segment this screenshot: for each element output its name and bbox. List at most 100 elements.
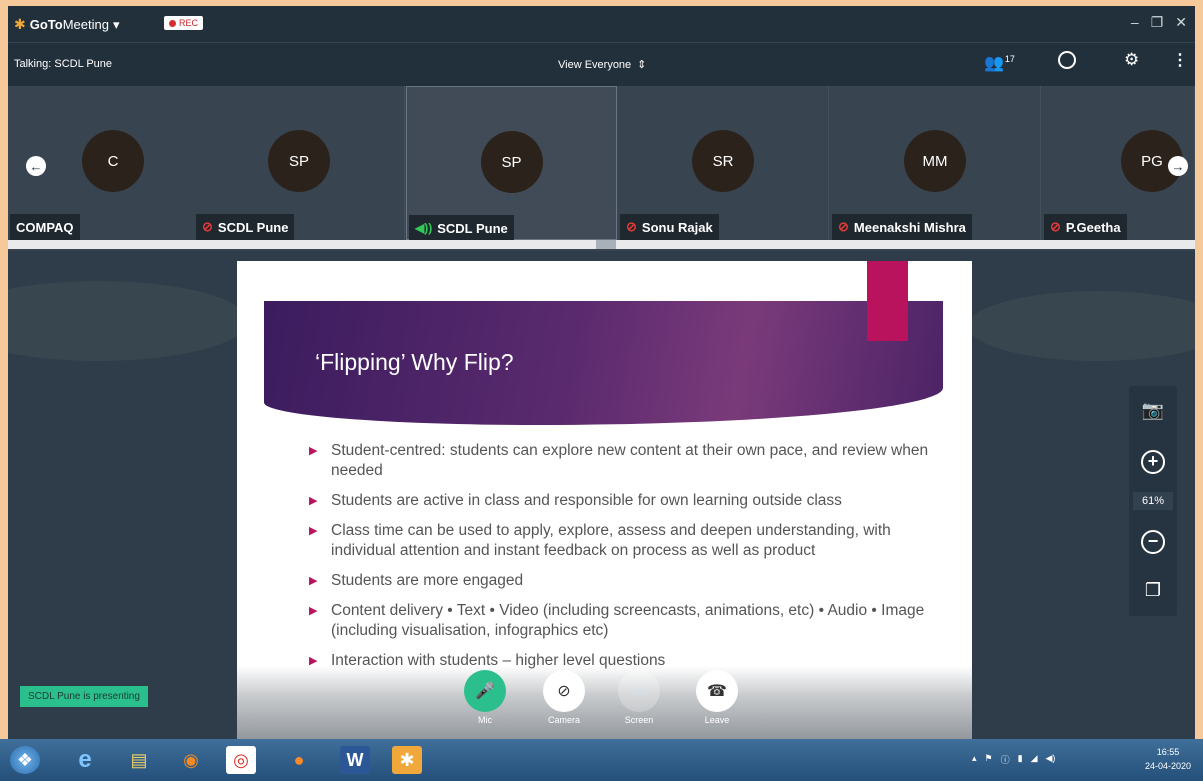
record-dot-icon: [169, 19, 176, 27]
slide-bullet: Students are active in class and respons…: [309, 491, 949, 511]
recording-badge[interactable]: REC: [164, 16, 204, 30]
slide-bullet: Students are more engaged: [309, 571, 949, 591]
volume-icon[interactable]: ◀): [1046, 753, 1056, 766]
gear-icon: ⚙: [1124, 50, 1140, 69]
leave-control[interactable]: ☎ Leave: [690, 670, 744, 725]
leave-label: Leave: [704, 715, 730, 725]
background-hill: [968, 291, 1195, 361]
clock-date: 24-04-2020: [1145, 761, 1192, 771]
meeting-info-bar: Talking: SCDL Pune View Everyone ⇕ 👥17 ⚙ …: [8, 42, 1195, 86]
view-everyone-select[interactable]: View Everyone ⇕: [558, 58, 646, 71]
mic-muted-icon: ⊘: [1050, 219, 1061, 234]
speaker-active-icon: ◀)): [415, 221, 433, 235]
app-name: Meeting: [62, 17, 109, 32]
arrow-left-icon: ←: [29, 158, 43, 174]
app-menu-button[interactable]: ✱ GoTo Meeting ▾: [14, 16, 120, 33]
window-controls: – ❐ ✕: [1131, 14, 1187, 31]
participant-namebar: ⊘ Sonu Rajak: [620, 214, 719, 240]
start-button[interactable]: ❖: [10, 746, 40, 774]
close-button[interactable]: ✕: [1175, 14, 1187, 31]
zoom-level: 61%: [1133, 492, 1173, 510]
slide-title: ‘Flipping’ Why Flip?: [315, 349, 514, 375]
minus-icon: −: [1147, 531, 1159, 551]
chevron-down-icon: ▾: [112, 16, 120, 32]
strip-scrollbar[interactable]: [8, 240, 1195, 249]
zoom-in-button[interactable]: +: [1141, 450, 1165, 474]
restore-button[interactable]: ❐: [1151, 14, 1164, 31]
participant-namebar: ⊘ Meenakshi Mishra: [832, 214, 972, 240]
kebab-menu-icon: ⋮: [1172, 52, 1188, 69]
firefox-icon[interactable]: ●: [284, 746, 314, 774]
windows-logo-icon: ❖: [16, 749, 34, 770]
scroll-left-button[interactable]: ←: [26, 156, 46, 176]
avatar: SR: [692, 130, 754, 192]
mic-icon[interactable]: 🎤: [464, 670, 506, 712]
avatar: SP: [268, 130, 330, 192]
camera-label: Camera: [547, 715, 580, 725]
up-down-arrows-icon: ⇕: [637, 59, 647, 71]
internet-explorer-icon[interactable]: e: [70, 746, 100, 774]
participant-name: SCDL Pune: [437, 220, 508, 236]
presenting-badge: SCDL Pune is presenting: [20, 686, 148, 707]
participants-button[interactable]: 👥17: [984, 53, 1015, 73]
mic-muted-icon: ⊘: [202, 219, 213, 234]
windows-taskbar: ❖ e ▤ ◉ ◎ ● W ✱ ▴ ⚑ ⓘ ▮ ◢ ◀) 16:55 24-04…: [0, 739, 1203, 781]
camera-off-icon[interactable]: ⊘: [543, 670, 585, 712]
view-label: View Everyone: [558, 59, 632, 71]
settings-button[interactable]: ⚙: [1124, 50, 1139, 70]
slide-bullet: Content delivery • Text • Video (includi…: [309, 601, 949, 641]
network-icon[interactable]: ◢: [1031, 753, 1038, 766]
copy-icon: ❐: [1144, 580, 1162, 600]
screen-control[interactable]: ▭ Screen: [612, 670, 666, 725]
participant-name: SCDL Pune: [217, 219, 289, 235]
camera-control[interactable]: ⊘ Camera: [537, 670, 591, 725]
battery-icon[interactable]: ▮: [1018, 753, 1023, 766]
participant-name: Sonu Rajak: [641, 219, 713, 235]
slide-bullet: Student-centred: students can explore ne…: [309, 441, 949, 481]
participant-tile[interactable]: MM ⊘ Meenakshi Mishra: [830, 86, 1041, 240]
mic-label: Mic: [478, 715, 492, 725]
system-tray: ▴ ⚑ ⓘ ▮ ◢ ◀): [972, 753, 1055, 766]
chat-button[interactable]: [1058, 51, 1076, 69]
mic-control[interactable]: 🎤 Mic: [458, 670, 512, 725]
word-icon[interactable]: W: [340, 746, 370, 774]
presentation-stage: ‘Flipping’ Why Flip? Student-centred: st…: [8, 251, 1195, 739]
mic-muted-icon: ⊘: [838, 219, 849, 234]
minimize-button[interactable]: –: [1131, 14, 1139, 31]
participant-namebar: COMPAQ: [10, 214, 80, 240]
avatar: MM: [904, 130, 966, 192]
participant-name: COMPAQ: [16, 219, 74, 235]
file-explorer-icon[interactable]: ▤: [124, 746, 154, 774]
participant-tile[interactable]: SR ⊘ Sonu Rajak: [618, 86, 829, 240]
flag-icon[interactable]: ⚑: [985, 753, 993, 766]
participant-strip: C COMPAQ SP ⊘ SCDL Pune SP ◀)) SCDL Pune…: [8, 86, 1195, 251]
background-hill: [8, 281, 248, 361]
clock-time: 16:55: [1156, 747, 1180, 757]
zoom-out-button[interactable]: −: [1141, 530, 1165, 554]
participant-name: Meenakshi Mishra: [853, 219, 966, 235]
hang-up-icon[interactable]: ☎: [696, 670, 738, 712]
participant-name: P.Geetha: [1065, 219, 1121, 235]
scrollbar-thumb[interactable]: [596, 240, 616, 249]
participant-count: 17: [1004, 53, 1015, 64]
screen-share-icon[interactable]: ▭: [618, 670, 660, 712]
gotomeeting-window: ✱ GoTo Meeting ▾ REC – ❐ ✕ Talking: SCDL …: [8, 6, 1195, 739]
taskbar-clock[interactable]: 16:55 24-04-2020: [1145, 745, 1191, 773]
app-name-prefix: GoTo: [29, 17, 63, 32]
participant-tile-active[interactable]: SP ◀)) SCDL Pune: [406, 86, 617, 241]
gotomeeting-taskbar-icon[interactable]: ✱: [392, 746, 422, 774]
avatar: C: [82, 130, 144, 192]
participant-tile[interactable]: SP ⊘ SCDL Pune: [194, 86, 405, 240]
zoom-panel: 📷 + 61% − ❐: [1129, 386, 1177, 616]
tray-expand-icon[interactable]: ▴: [972, 753, 977, 766]
plus-icon: +: [1147, 451, 1159, 471]
info-icon[interactable]: ⓘ: [1001, 753, 1010, 766]
more-options-button[interactable]: ⋮: [1172, 50, 1188, 70]
chrome-icon[interactable]: ◎: [226, 746, 256, 774]
gotomeeting-logo-icon: ✱: [14, 16, 26, 32]
people-icon: 👥: [984, 55, 1004, 72]
media-player-icon[interactable]: ◉: [176, 746, 206, 774]
copy-button[interactable]: ❐: [1141, 578, 1165, 602]
snapshot-button[interactable]: 📷: [1141, 398, 1165, 422]
scroll-right-button[interactable]: →: [1168, 156, 1188, 176]
